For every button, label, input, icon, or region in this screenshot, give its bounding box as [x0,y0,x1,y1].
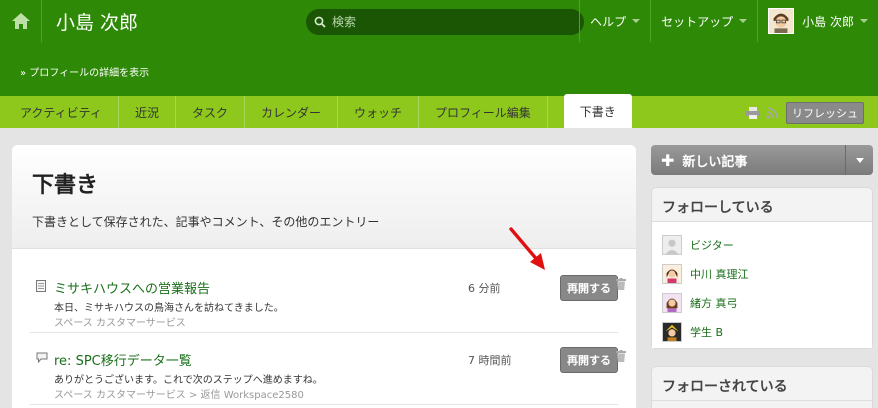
plus-icon: ✚ [661,150,675,170]
tab-calendar[interactable]: カレンダー [245,96,339,128]
annotation-arrow-icon [509,227,545,270]
following-list: ビジター 中川 真理江 緒方 真弓 学生 B [652,222,872,348]
top-nav: ヘルプ セットアップ 小島 次郎 [579,0,878,42]
person-name: ビジター [690,238,734,252]
trash-icon[interactable] [616,350,626,362]
following-title: フォローしている [652,188,872,222]
entry-title[interactable]: ミサキハウスへの営業報告 [54,278,210,297]
header-user-title: 小島 次郎 [56,11,139,34]
tab-bar: アクティビティ 近況 タスク カレンダー ウォッチ プロフィール編集 下書き リ… [0,94,878,128]
list-item[interactable]: 中川 真理江 [662,259,862,288]
entry-title[interactable]: re: SPC移行データ一覧 [54,350,192,369]
list-item: re: SPC移行データ一覧 7 時間前 ありがとうございます。これで次のステッ… [30,333,626,405]
chevron-down-icon [632,19,641,23]
search-box[interactable] [306,9,584,35]
tab-drafts[interactable]: 下書き [563,94,632,128]
document-icon [36,280,46,292]
followers-panel: フォローされている [651,366,873,408]
avatar [662,263,682,284]
setup-menu[interactable]: セットアップ [650,0,757,42]
avatar [662,234,682,255]
tab-status[interactable]: 近況 [119,96,176,128]
resume-button[interactable]: 再開する [560,275,618,301]
resume-button[interactable]: 再開する [560,347,618,373]
setup-menu-label: セットアップ [661,14,734,29]
list-item[interactable]: 緒方 真弓 [662,288,862,317]
home-button[interactable] [0,0,42,42]
person-name: 中川 真理江 [690,267,749,281]
chevron-down-icon [860,19,868,23]
avatar [662,321,682,342]
avatar [662,292,682,313]
user-menu-label: 小島 次郎 [802,14,854,29]
profile-detail-link[interactable]: » プロフィールの詳細を表示 [20,64,149,79]
user-menu[interactable]: 小島 次郎 [757,0,878,42]
search-input[interactable] [332,15,572,29]
profile-band: » プロフィールの詳細を表示 [0,42,878,96]
refresh-button[interactable]: リフレッシュ [786,102,864,124]
new-article-button[interactable]: ✚ 新しい記事 [651,145,873,175]
tab-activity[interactable]: アクティビティ [0,96,119,128]
entry-time: 7 時間前 [468,354,512,367]
help-menu-label: ヘルプ [590,14,627,29]
list-item[interactable]: 学生 B [662,317,862,346]
page-title: 下書き [32,173,99,198]
entry-time: 6 分前 [468,282,501,295]
tab-watch[interactable]: ウォッチ [338,96,420,128]
home-icon [11,13,30,29]
person-name: 学生 B [690,325,724,339]
list-item[interactable]: ビジター [662,230,862,259]
entry-meta: スペース カスタマーサービス [54,318,186,329]
avatar [768,8,795,34]
followers-title: フォローされている [652,367,872,401]
tab-profile-edit[interactable]: プロフィール編集 [419,96,548,128]
trash-icon[interactable] [616,278,626,290]
chevron-down-icon [855,157,864,163]
rss-icon[interactable] [766,107,778,119]
chevron-down-icon [739,19,748,23]
comment-icon [36,352,48,363]
entry-meta: スペース カスタマーサービス > 返信 Workspace2580 [54,390,304,401]
person-name: 緒方 真弓 [690,296,738,310]
following-panel: フォローしている ビジター 中川 真理江 緒方 真弓 学生 B [651,187,873,349]
drafts-card: 下書き 下書きとして保存された、記事やコメント、その他のエントリー ミサキハウス… [12,145,636,408]
entry-excerpt: ありがとうございます。これで次のステップへ進めますね。 [54,375,323,386]
tab-tools: リフレッシュ [746,102,864,124]
new-article-dropdown[interactable] [845,145,873,175]
top-bar: 小島 次郎 ヘルプ セットアップ 小島 次郎 [0,0,878,42]
new-article-label: 新しい記事 [682,154,748,170]
help-menu[interactable]: ヘルプ [579,0,650,42]
tab-tasks[interactable]: タスク [176,96,245,128]
search-icon [314,16,326,28]
entry-excerpt: 本日、ミサキハウスの鳥海さんを訪ねてきました。 [54,303,284,314]
print-icon[interactable] [746,107,760,119]
